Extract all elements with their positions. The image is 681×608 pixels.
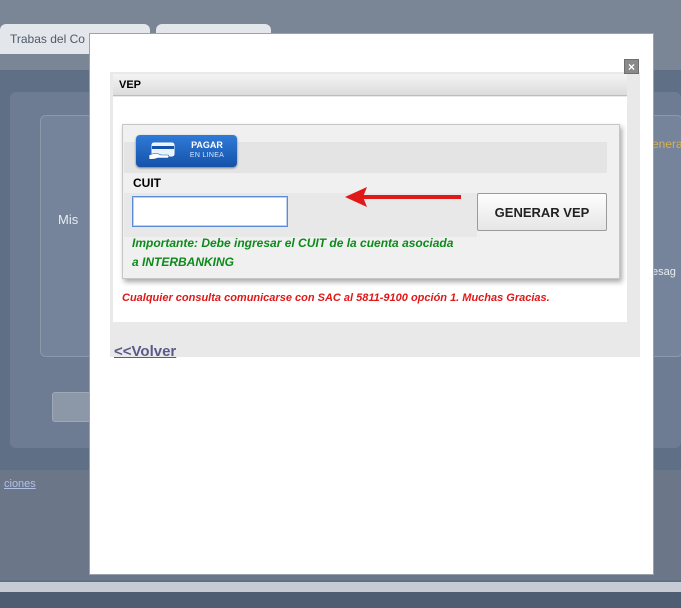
cuit-input[interactable] bbox=[132, 196, 288, 227]
background-footer-link: ciones bbox=[4, 478, 36, 490]
consulta-note: Cualquier consulta comunicarse con SAC a… bbox=[122, 292, 550, 304]
cuit-label: CUIT bbox=[133, 176, 161, 190]
background-button bbox=[52, 392, 94, 422]
pagar-sublabel: EN LINEA bbox=[189, 152, 225, 159]
close-button[interactable]: × bbox=[624, 59, 639, 74]
background-bar-dark bbox=[0, 592, 681, 608]
background-bar-light bbox=[0, 582, 681, 592]
background-mis-label: Mis bbox=[58, 212, 79, 227]
pagar-label: PAGAR bbox=[191, 140, 223, 150]
background-mensajes-label: esag bbox=[652, 266, 676, 278]
important-note: Importante: Debe ingresar el CUIT de la … bbox=[132, 236, 454, 269]
background-genera-label: enera bbox=[652, 137, 681, 151]
close-icon: × bbox=[627, 60, 635, 74]
pagar-en-linea-button[interactable]: PAGAR EN LINEA bbox=[136, 135, 237, 167]
generar-vep-button[interactable]: GENERAR VEP bbox=[477, 193, 607, 231]
arrow-left-icon bbox=[345, 187, 461, 207]
vep-header: VEP bbox=[113, 74, 627, 96]
card-hand-icon bbox=[148, 142, 175, 160]
volver-link[interactable]: <<Volver bbox=[114, 343, 176, 360]
